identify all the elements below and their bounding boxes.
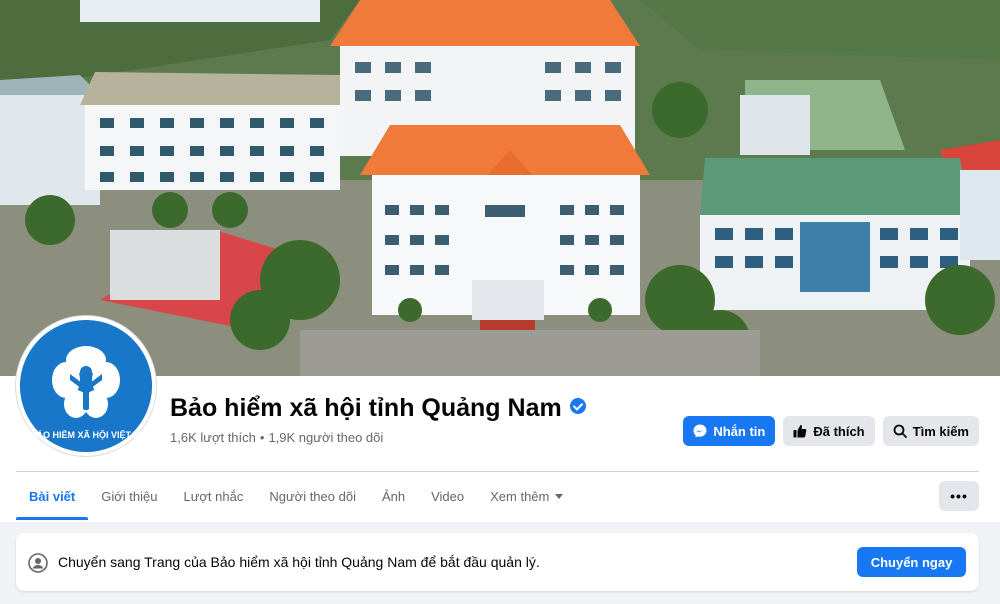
page-stats: 1,6K lượt thích • 1,9K người theo dõi bbox=[170, 430, 383, 445]
chevron-down-icon bbox=[555, 493, 564, 499]
cover-illustration bbox=[0, 0, 1000, 376]
tab-label: Xem thêm bbox=[490, 488, 550, 504]
notice-message: Chuyển sang Trang của Bảo hiểm xã hội tỉ… bbox=[58, 554, 540, 570]
cover-photo[interactable] bbox=[0, 0, 1000, 376]
page-title-text: Bảo hiểm xã hội tỉnh Quảng Nam bbox=[170, 394, 562, 422]
tab-label: Người theo dõi bbox=[269, 488, 356, 504]
tab-label: Ảnh bbox=[381, 488, 406, 504]
search-button-label: Tìm kiếm bbox=[912, 423, 969, 439]
verified-badge-icon bbox=[569, 398, 586, 415]
message-button-label: Nhắn tin bbox=[713, 423, 766, 439]
avatar-logo-text: BẢO HIỂM XÃ HỘI VIỆT NAM bbox=[30, 430, 142, 440]
tab-label: Lượt nhắc bbox=[183, 488, 244, 504]
message-button[interactable]: Nhắn tin bbox=[683, 416, 776, 446]
page-actions: Nhắn tin Đã thích Tìm kiếm bbox=[683, 416, 979, 446]
search-button[interactable]: Tìm kiếm bbox=[882, 416, 979, 446]
profile-switch-icon bbox=[28, 553, 48, 573]
tab-label: Video bbox=[431, 488, 465, 504]
more-options-button[interactable]: ••• bbox=[939, 481, 979, 511]
liked-button[interactable]: Đã thích bbox=[783, 416, 875, 446]
tab-see-more[interactable]: Xem thêm bbox=[477, 472, 576, 520]
page-tabs: Bài viết Giới thiệu Lượt nhắc Người theo… bbox=[16, 472, 576, 520]
tab-mentions[interactable]: Lượt nhắc bbox=[170, 472, 256, 520]
thumbs-up-icon bbox=[793, 424, 807, 438]
tab-videos[interactable]: Video bbox=[418, 472, 477, 520]
tab-about[interactable]: Giới thiệu bbox=[88, 472, 170, 520]
tab-posts[interactable]: Bài viết bbox=[16, 472, 89, 520]
tab-label: Giới thiệu bbox=[101, 488, 158, 504]
page-title: Bảo hiểm xã hội tỉnh Quảng Nam bbox=[170, 394, 586, 423]
stats-separator: • bbox=[259, 430, 265, 445]
likes-count[interactable]: 1,6K lượt thích bbox=[170, 430, 256, 445]
messenger-icon bbox=[693, 424, 707, 438]
switch-profile-notice: Chuyển sang Trang của Bảo hiểm xã hội tỉ… bbox=[16, 533, 979, 591]
tab-label: Bài viết bbox=[29, 488, 76, 504]
followers-count[interactable]: 1,9K người theo dõi bbox=[268, 430, 383, 445]
more-options-icon: ••• bbox=[950, 488, 968, 504]
tab-followers[interactable]: Người theo dõi bbox=[256, 472, 369, 520]
search-icon bbox=[893, 424, 907, 438]
liked-button-label: Đã thích bbox=[813, 423, 865, 439]
tab-photos[interactable]: Ảnh bbox=[369, 472, 418, 520]
switch-now-button[interactable]: Chuyển ngay bbox=[857, 547, 966, 577]
switch-now-label: Chuyển ngay bbox=[870, 554, 953, 570]
